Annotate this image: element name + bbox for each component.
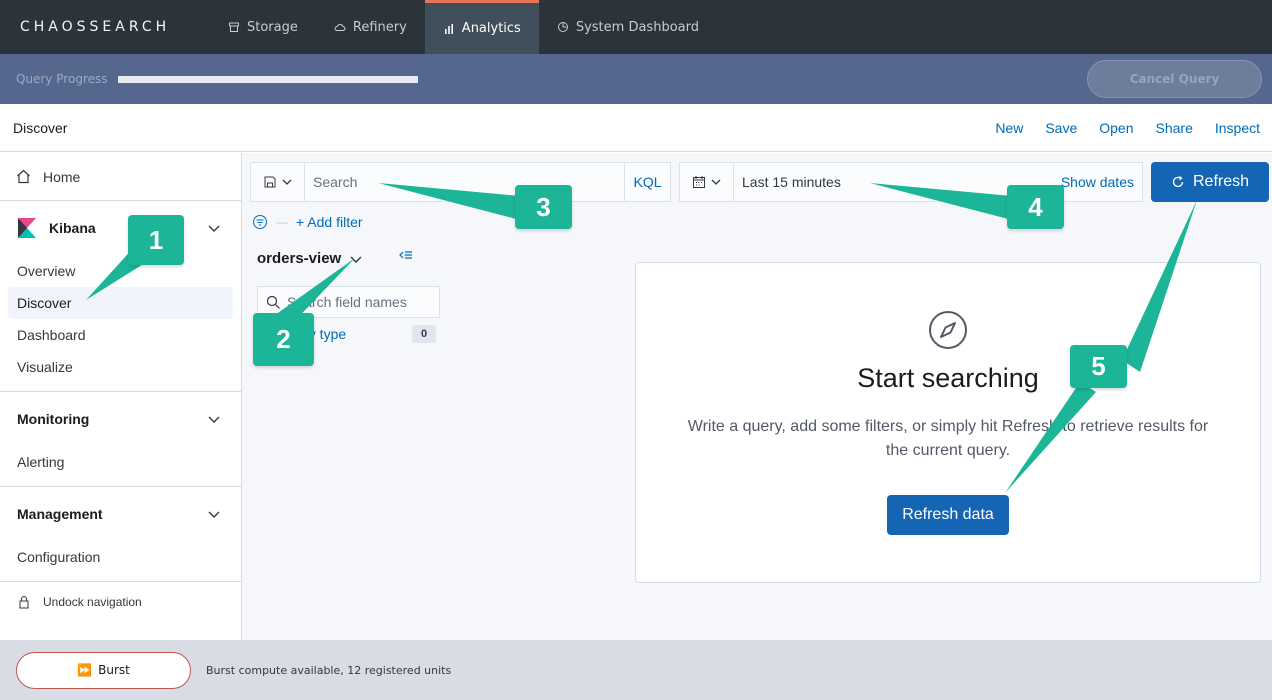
top-nav: CHAOSSEARCH Storage Refinery Analytics S… [0, 0, 1272, 54]
tab-analytics-label: Analytics [461, 21, 521, 36]
lock-icon [19, 596, 29, 609]
chevron-down-icon [208, 511, 220, 518]
search-icon [266, 295, 280, 309]
query-progress-fill [117, 75, 418, 83]
index-pattern-selector[interactable]: orders-view [257, 250, 363, 267]
sidebar-item-visualize[interactable]: Visualize [8, 351, 233, 383]
empty-state-title: Start searching [857, 363, 1039, 393]
empty-state-text: Write a query, add some filters, or simp… [687, 418, 1209, 459]
refresh-data-button[interactable]: Refresh data [887, 495, 1009, 535]
cancel-query-button[interactable]: Cancel Query [1087, 60, 1262, 98]
date-picker: Last 15 minutes Show dates [679, 162, 1143, 202]
tab-storage-label: Storage [247, 19, 298, 35]
collapse-sidebar-icon[interactable] [398, 249, 414, 263]
side-nav: Home Kibana Overview Discover Dashboard … [0, 153, 242, 640]
management-section-title: Management [17, 506, 103, 522]
management-section-header[interactable]: Management [0, 487, 241, 541]
refresh-button-label: Refresh [1192, 173, 1250, 190]
callout-badge-2: 2 [253, 313, 314, 366]
tab-storage[interactable]: Storage [210, 0, 316, 54]
tab-refinery-label: Refinery [352, 19, 407, 35]
filter-type-count-badge: 0 [412, 325, 436, 343]
query-bar: Search KQL [250, 162, 671, 202]
home-icon [17, 169, 30, 184]
fast-forward-icon: ⏩ [77, 663, 93, 677]
kibana-section-title: Kibana [49, 220, 96, 236]
header-actions: New Save Open Share Inspect [995, 104, 1260, 152]
app-root: CHAOSSEARCH Storage Refinery Analytics S… [0, 0, 1272, 700]
kibana-section-header[interactable]: Kibana [0, 201, 241, 255]
monitoring-section-header[interactable]: Monitoring [0, 392, 241, 446]
new-link[interactable]: New [995, 120, 1023, 136]
tab-system-dashboard[interactable]: System Dashboard [539, 0, 717, 54]
cloud-icon [334, 23, 346, 31]
callout-badge-3: 3 [515, 185, 572, 229]
sidebar-item-home-label: Home [43, 168, 81, 185]
discover-main: Search KQL Last 15 minutes Show dates Re… [242, 153, 1272, 640]
index-pattern-name: orders-view [257, 250, 342, 267]
quick-date-button[interactable] [680, 163, 734, 201]
show-dates-link[interactable]: Show dates [1061, 174, 1142, 190]
sidebar-item-alerting[interactable]: Alerting [8, 446, 233, 478]
chevron-down-icon [282, 179, 291, 185]
inspect-link[interactable]: Inspect [1215, 120, 1260, 136]
management-section: Management Configuration [0, 487, 241, 582]
saved-query-button[interactable] [251, 163, 305, 201]
open-link[interactable]: Open [1099, 120, 1133, 136]
page-header: Discover New Save Open Share Inspect [0, 104, 1272, 152]
monitoring-section-title: Monitoring [17, 411, 90, 427]
filter-row: — + Add filter [252, 211, 363, 233]
share-link[interactable]: Share [1156, 120, 1193, 136]
sidebar-item-dashboard[interactable]: Dashboard [8, 319, 233, 351]
save-icon [264, 176, 275, 188]
callout-badge-4: 4 [1007, 185, 1064, 229]
tab-system-dashboard-label: System Dashboard [575, 19, 699, 35]
search-input[interactable]: Search [305, 174, 624, 190]
kibana-logo-icon [18, 218, 36, 238]
dashboard-icon [557, 22, 568, 32]
page-title: Discover [13, 119, 68, 136]
chevron-down-icon [711, 179, 720, 185]
query-progress-label: Query Progress [16, 72, 108, 86]
storage-icon [229, 22, 239, 32]
sidebar-item-discover[interactable]: Discover [8, 287, 233, 319]
callout-badge-1: 1 [128, 215, 184, 265]
undock-navigation-label: Undock navigation [43, 595, 142, 609]
footer-bar: ⏩ Burst Burst compute available, 12 regi… [0, 640, 1272, 700]
kibana-section: Kibana Overview Discover Dashboard Visua… [0, 201, 241, 392]
tab-refinery[interactable]: Refinery [316, 0, 425, 54]
compass-icon [929, 311, 967, 349]
filter-separator: — [276, 215, 288, 229]
burst-button-label: Burst [98, 663, 130, 677]
monitoring-section: Monitoring Alerting [0, 392, 241, 487]
save-link[interactable]: Save [1045, 120, 1077, 136]
undock-navigation-button[interactable]: Undock navigation [0, 582, 241, 622]
chevron-down-icon [208, 416, 220, 423]
filter-icon[interactable] [252, 214, 268, 230]
sidebar-item-home[interactable]: Home [0, 153, 241, 201]
chevron-down-icon [208, 225, 220, 232]
refresh-icon [1172, 176, 1184, 188]
chevron-down-icon [350, 256, 362, 263]
sidebar-item-overview[interactable]: Overview [8, 255, 233, 287]
callout-badge-5: 5 [1070, 345, 1127, 388]
burst-button[interactable]: ⏩ Burst [16, 651, 191, 689]
kql-toggle[interactable]: KQL [624, 163, 670, 201]
empty-state-card: Start searching Write a query, add some … [635, 262, 1261, 583]
chaossearch-logo[interactable]: CHAOSSEARCH [0, 0, 210, 54]
query-progress-track [117, 75, 418, 83]
query-progress-bar: Query Progress Cancel Query [0, 54, 1272, 104]
burst-info-text: Burst compute available, 12 registered u… [206, 663, 452, 677]
calendar-icon [692, 176, 705, 188]
field-search-placeholder: Search field names [287, 294, 407, 310]
tab-analytics[interactable]: Analytics [424, 0, 539, 54]
add-filter-button[interactable]: + Add filter [296, 214, 363, 230]
refresh-button[interactable]: Refresh [1151, 162, 1269, 202]
bar-chart-icon [444, 23, 453, 34]
sidebar-item-configuration[interactable]: Configuration [8, 541, 233, 573]
